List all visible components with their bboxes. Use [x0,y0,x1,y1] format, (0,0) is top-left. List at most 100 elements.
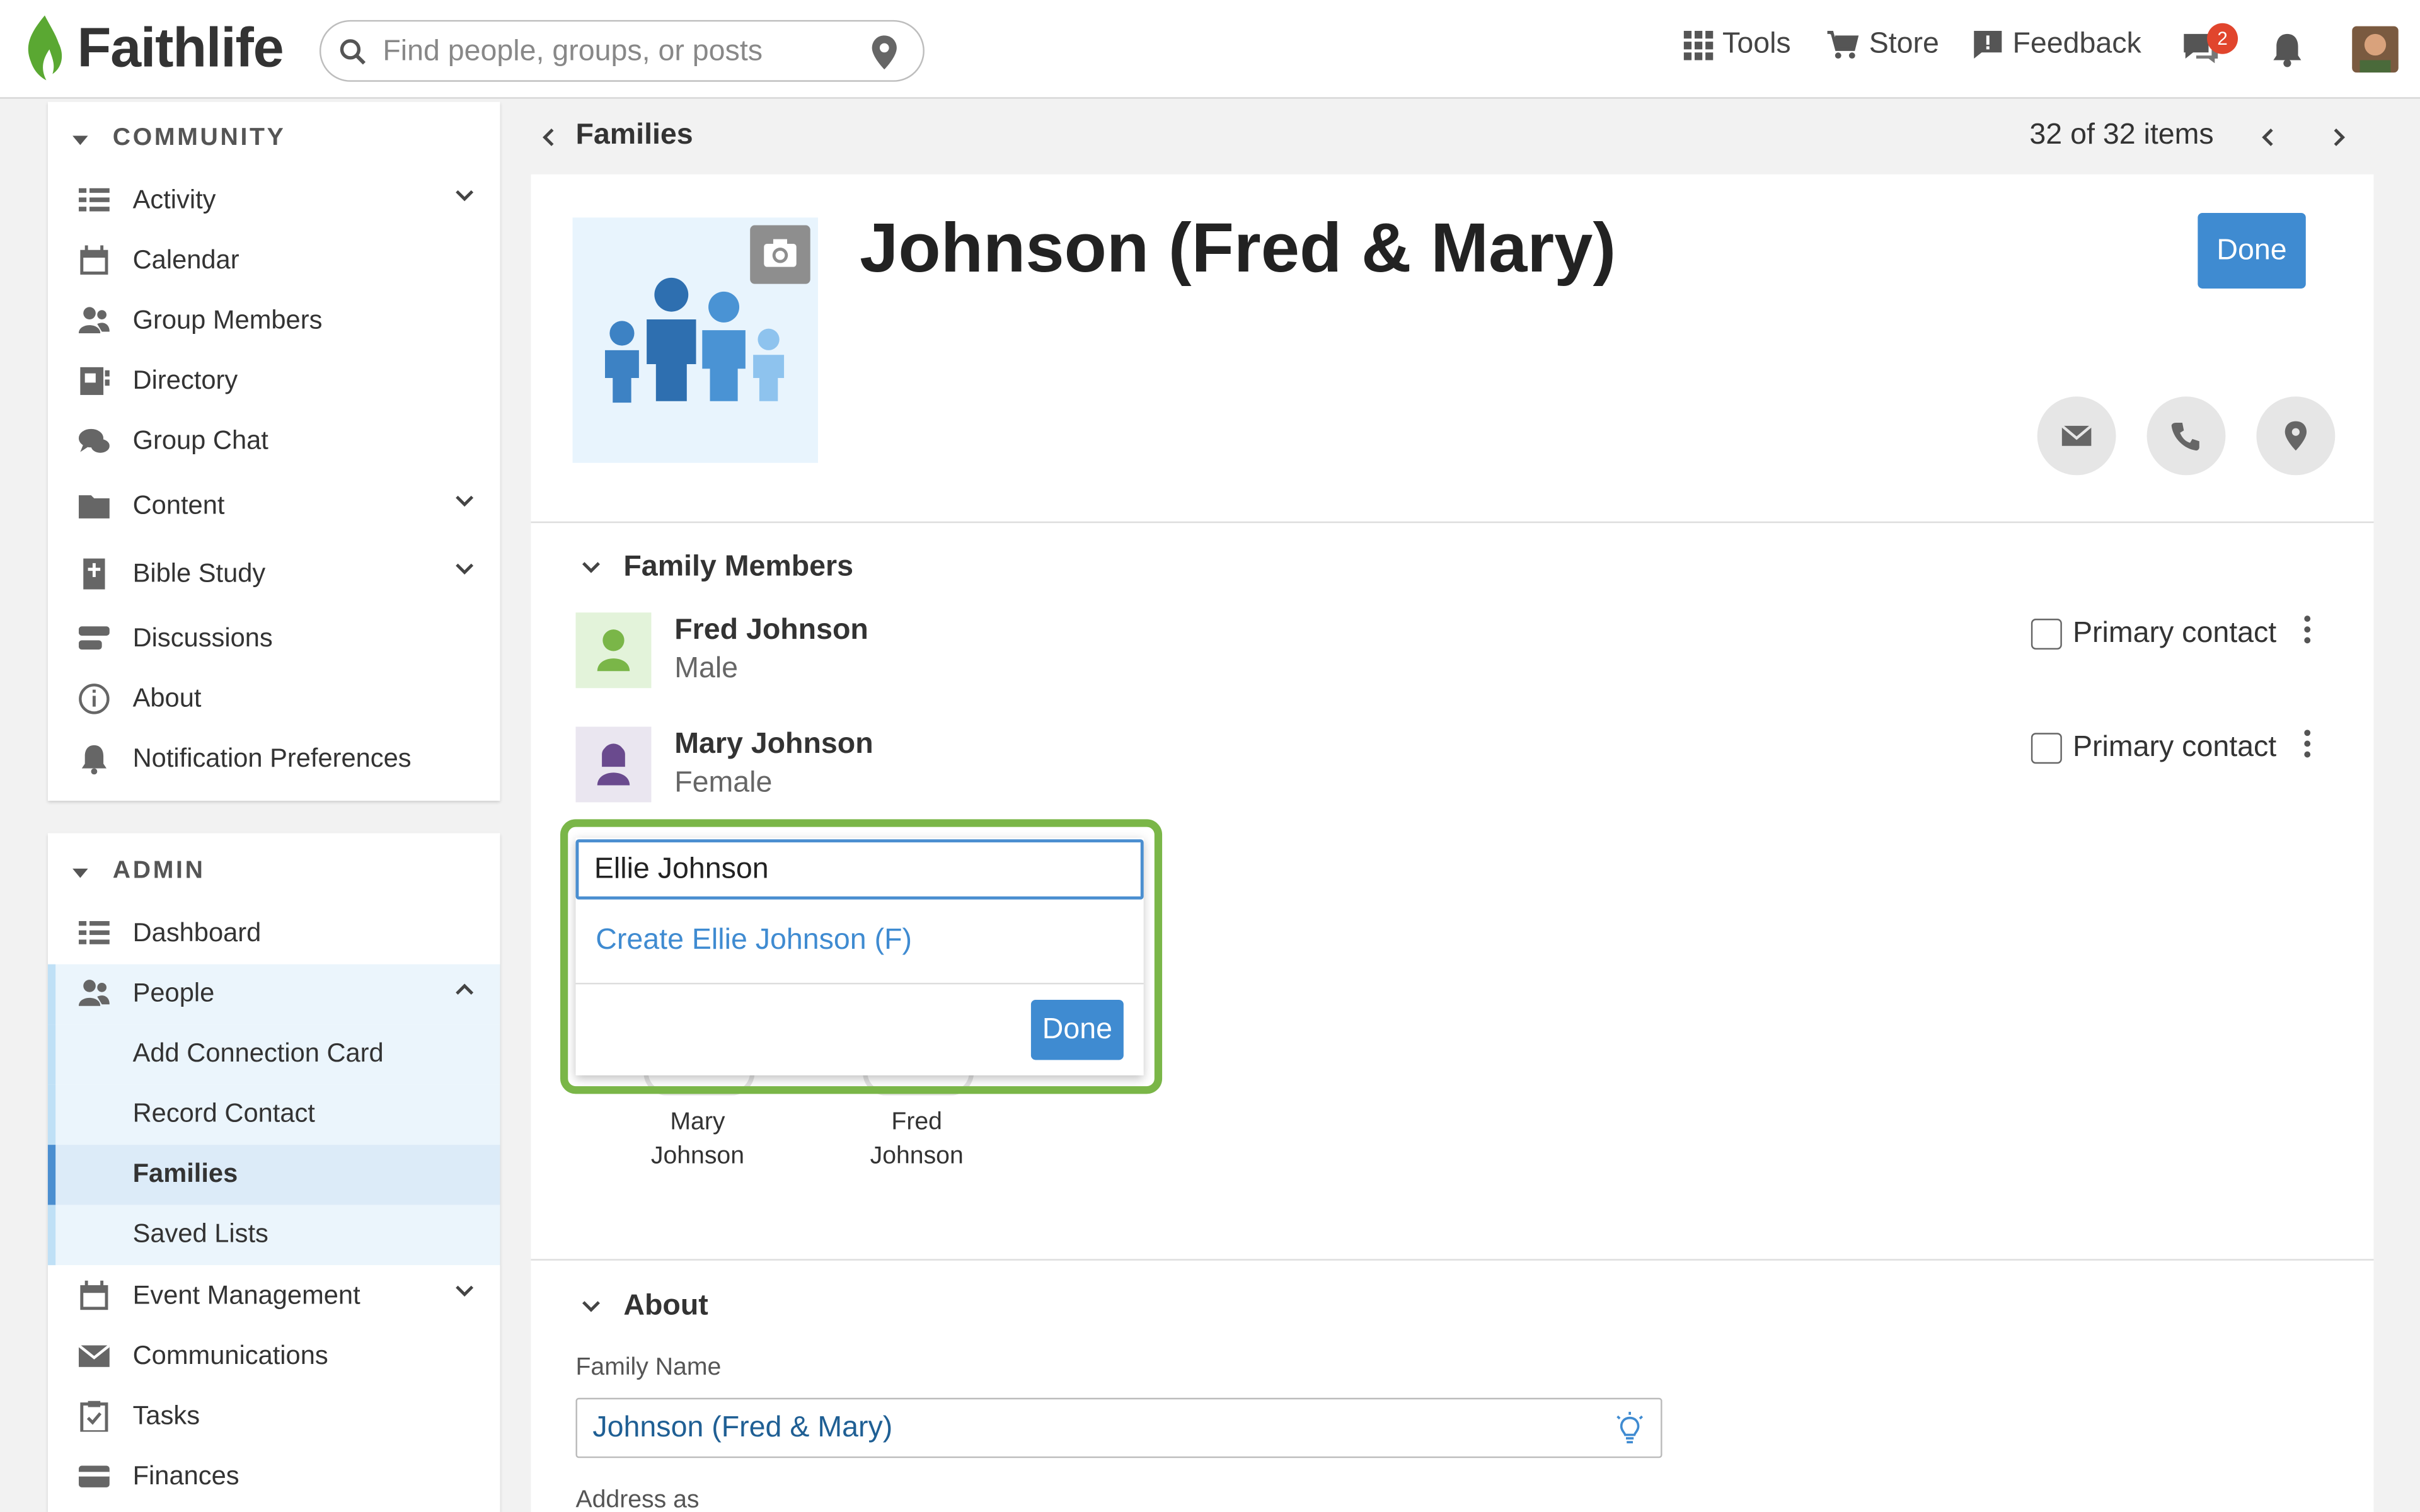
sidebar-item-calendar[interactable]: Calendar [48,231,500,292]
done-button[interactable]: Done [2198,212,2306,289]
highlight-frame [560,819,1163,1094]
sidebar-item-record-contact[interactable]: Record Contact [47,1084,500,1145]
member-avatar[interactable] [575,612,652,689]
lightbulb-icon[interactable] [1615,1411,1645,1446]
community-section-title[interactable]: COMMUNITY [113,125,286,152]
search-box[interactable]: Find people, groups, or posts [319,20,925,82]
sidebar-item-label: About [132,683,202,713]
sidebar-item-finances[interactable]: Finances [48,1447,500,1508]
bell-icon[interactable] [2270,31,2304,68]
about-title[interactable]: About [623,1290,708,1324]
sidebar-item-saved-lists[interactable]: Saved Lists [47,1205,500,1266]
email-button[interactable] [2037,396,2116,476]
search-input[interactable]: Find people, groups, or posts [383,35,763,69]
user-avatar[interactable] [2352,26,2399,73]
store-label: Store [1869,28,1939,60]
sidebar-item-bible-study[interactable]: Bible Study [48,544,500,605]
pager-text: 32 of 32 items [2029,118,2214,152]
sidebar-item-label: Saved Lists [132,1218,268,1249]
location-button[interactable] [2256,396,2336,476]
sidebar-item-add-connection-card[interactable]: Add Connection Card [47,1024,500,1085]
sidebar-item-tasks[interactable]: Tasks [48,1387,500,1448]
primary-contact-checkbox[interactable] [2031,619,2062,650]
family-title: Johnson (Fred & Mary) [860,208,1616,287]
feedback-icon [1974,30,2002,59]
camera-icon [764,239,797,267]
sidebar-item-discussions[interactable]: Discussions [48,609,500,670]
sidebar-item-group-members[interactable]: Group Members [48,292,500,352]
flame-icon [28,15,62,81]
tools-menu[interactable]: Tools [1682,28,1791,62]
sidebar-item-dashboard[interactable]: Dashboard [48,904,500,965]
chevron-down-icon[interactable] [582,561,600,574]
tree-member-last: Johnson [870,1143,964,1170]
family-name-field[interactable]: Johnson (Fred & Mary) [575,1397,1662,1458]
chevron-down-icon[interactable] [582,1300,600,1313]
member-name[interactable]: Fred Johnson [674,614,868,648]
sidebar-item-event-management[interactable]: Event Management [48,1267,500,1327]
next-item-icon[interactable] [2334,128,2346,146]
phone-button[interactable] [2146,396,2226,476]
cart-icon [1827,30,1859,59]
tools-label: Tools [1722,28,1791,60]
sidebar-item-label: Families [132,1159,238,1188]
prev-item-icon[interactable] [2261,128,2274,146]
sidebar-item-label: Finances [132,1461,239,1491]
sidebar-item-families[interactable]: Families [47,1145,500,1205]
feedback-link[interactable]: Feedback [1973,28,2141,62]
sidebar-item-label: Bible Study [132,558,266,588]
sidebar-item-communications[interactable]: Communications [48,1327,500,1387]
back-chevron-icon[interactable] [542,128,555,146]
sidebar-item-label: Tasks [132,1400,200,1431]
breadcrumb[interactable]: Families [575,119,693,153]
section-divider [531,521,2374,524]
sidebar-item-content[interactable]: Content [48,477,500,537]
info-icon [79,684,110,714]
sidebar-item-label: Activity [132,185,216,215]
member-more-options-icon[interactable] [2304,730,2317,762]
member-name[interactable]: Mary Johnson [674,728,873,762]
chevron-down-icon[interactable] [455,495,474,508]
sidebar-item-people[interactable]: People [47,964,500,1025]
chevron-up-icon[interactable] [455,983,474,995]
family-name-value: Johnson (Fred & Mary) [592,1411,893,1445]
location-pin-icon [2285,421,2307,451]
sidebar-item-group-chat[interactable]: Group Chat [48,412,500,472]
app-name: Faithlife [77,15,284,79]
member-gender: Male [674,652,739,685]
directory-icon [80,367,110,395]
family-name-label: Family Name [575,1354,722,1381]
sidebar-item-about[interactable]: About [48,670,500,730]
faithlife-logo[interactable]: Faithlife [21,13,284,84]
store-link[interactable]: Store [1826,28,1939,62]
calendar-icon [80,1280,108,1310]
chevron-down-icon[interactable] [455,563,474,576]
primary-contact-label: Primary contact [2072,731,2277,764]
people-icon [78,980,110,1006]
family-members-title[interactable]: Family Members [623,551,853,585]
tree-member-label[interactable]: Mary Johnson [605,1106,790,1174]
chevron-down-icon[interactable] [455,1285,474,1298]
messages-badge: 2 [2207,23,2238,54]
location-pin-icon[interactable] [870,34,898,71]
admin-section-title[interactable]: ADMIN [113,858,205,886]
chevron-down-icon[interactable] [455,190,474,202]
phone-icon [2171,423,2199,451]
sidebar-item-label: Directory [132,365,238,395]
tree-member-label[interactable]: Fred Johnson [824,1106,1010,1174]
change-photo-button[interactable] [750,225,810,284]
sidebar-item-directory[interactable]: Directory [48,352,500,412]
user-photo [2352,26,2399,73]
collapse-community-icon[interactable] [72,135,88,146]
sidebar-item-activity[interactable]: Activity [48,171,500,232]
primary-contact-checkbox[interactable] [2031,733,2062,764]
primary-contact-label: Primary contact [2072,617,2277,650]
sidebar-item-label: Group Members [132,305,323,335]
member-avatar[interactable] [575,726,652,803]
member-more-options-icon[interactable] [2304,616,2317,648]
chat-icon [78,428,110,453]
activity-list-icon [78,188,110,212]
sidebar-item-notification-preferences[interactable]: Notification Preferences [48,730,500,790]
credit-card-icon [78,1465,110,1487]
collapse-admin-icon[interactable] [72,868,88,878]
